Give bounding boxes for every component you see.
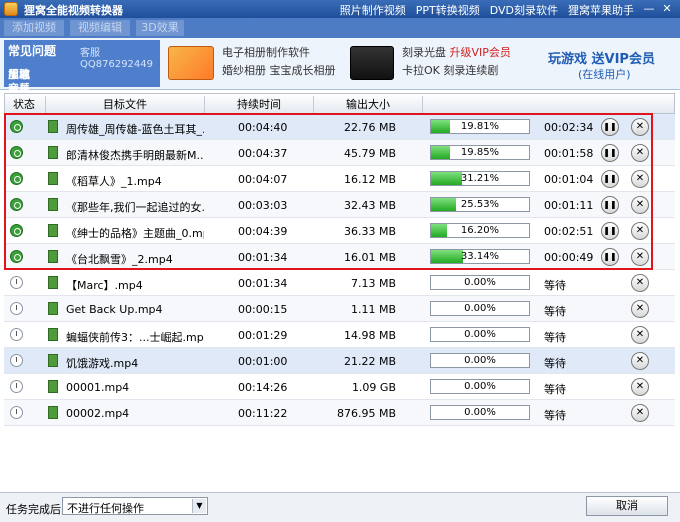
- remove-task-icon[interactable]: ✕: [631, 326, 649, 344]
- photo-album-ad-icon[interactable]: [168, 46, 214, 80]
- remove-task-icon[interactable]: ✕: [631, 404, 649, 422]
- file-name: 00002.mp4: [66, 407, 130, 420]
- duration-value: 00:00:15: [238, 303, 288, 316]
- waiting-clock-icon: [10, 406, 23, 419]
- link-ppt-video[interactable]: PPT转换视频: [416, 2, 480, 18]
- close-window-icon[interactable]: ✕: [660, 2, 674, 16]
- cancel-button[interactable]: 取消: [586, 496, 668, 516]
- duration-value: 00:14:26: [238, 381, 288, 394]
- link-dvd-burn[interactable]: DVD刻录软件: [490, 2, 558, 18]
- table-row[interactable]: 蝙蝠侠前传3：...士崛起.mp4 00:01:29 14.98 MB 0.00% 等待…: [4, 322, 675, 348]
- table-row[interactable]: 00001.mp4 00:14:26 1.09 GB 0.00% 等待 ✕: [4, 374, 675, 400]
- faq-panel: 常见问题 客服QQ876292449 压缩 截取 尺寸 加速 手机 字幕 音乐 合并: [4, 40, 160, 95]
- video-file-icon: [48, 406, 58, 419]
- file-name: 饥饿游戏.mp4: [66, 357, 139, 370]
- video-edit-button[interactable]: 视频编辑: [70, 20, 130, 36]
- output-size-value: 1.11 MB: [350, 303, 396, 316]
- table-row[interactable]: 【Marc】.mp4 00:01:34 7.13 MB 0.00% 等待 ✕: [4, 270, 675, 296]
- selection-highlight: [4, 113, 653, 270]
- remaining-time: 等待: [544, 331, 566, 344]
- album-ad-line2[interactable]: 婚纱相册 宝宝成长相册: [222, 62, 336, 78]
- game-vip-ad[interactable]: 玩游戏 送VIP会员: [548, 48, 655, 67]
- video-file-icon: [48, 354, 58, 367]
- list-header: 状态 目标文件 持续时间 输出大小: [4, 93, 675, 116]
- chevron-down-icon[interactable]: ▼: [192, 499, 206, 513]
- duration-value: 00:01:34: [238, 277, 288, 290]
- app-logo-icon: [4, 2, 18, 16]
- progress-bar: 0.00%: [430, 405, 530, 420]
- 3d-effect-button[interactable]: 3D效果: [136, 20, 184, 36]
- output-size-value: 14.98 MB: [343, 329, 396, 342]
- remaining-time: 等待: [544, 357, 566, 370]
- duration-value: 00:01:29: [238, 329, 288, 342]
- link-apple-helper[interactable]: 狸窝苹果助手: [568, 2, 634, 18]
- col-output-size[interactable]: 输出大小: [314, 96, 422, 112]
- waiting-clock-icon: [10, 380, 23, 393]
- progress-bar: 0.00%: [430, 327, 530, 342]
- output-size-value: 21.22 MB: [343, 355, 396, 368]
- progress-percent: 0.00%: [464, 355, 496, 366]
- title-bar: 狸窝全能视频转换器 照片制作视频 PPT转换视频 DVD刻录软件 狸窝苹果助手 …: [0, 0, 680, 18]
- progress-percent: 0.00%: [464, 303, 496, 314]
- remove-task-icon[interactable]: ✕: [631, 352, 649, 370]
- remove-task-icon[interactable]: ✕: [631, 300, 649, 318]
- toolbar: 添加视频 视频编辑 3D效果: [0, 18, 680, 38]
- progress-bar: 0.00%: [430, 353, 530, 368]
- video-file-icon: [48, 328, 58, 341]
- progress-percent: 0.00%: [464, 407, 496, 418]
- burn-ad-line1[interactable]: 刻录光盘 升级VIP会员: [402, 44, 511, 60]
- after-complete-select[interactable]: 不进行任何操作 ▼: [62, 497, 208, 515]
- video-file-icon: [48, 380, 58, 393]
- remove-task-icon[interactable]: ✕: [631, 378, 649, 396]
- col-status[interactable]: 状态: [5, 96, 43, 112]
- progress-percent: 0.00%: [464, 329, 496, 340]
- progress-bar: 0.00%: [430, 275, 530, 290]
- table-row[interactable]: 饥饿游戏.mp4 00:01:00 21.22 MB 0.00% 等待 ✕: [4, 348, 675, 374]
- minimize-icon[interactable]: —: [642, 2, 656, 16]
- duration-value: 00:11:22: [238, 407, 288, 420]
- after-complete-label: 任务完成后:: [6, 503, 65, 516]
- output-size-value: 876.95 MB: [336, 407, 396, 420]
- after-complete-value: 不进行任何操作: [67, 502, 144, 515]
- progress-percent: 0.00%: [464, 277, 496, 288]
- file-name: 蝙蝠侠前传3：...士崛起.mp4: [66, 331, 204, 344]
- faq-heading[interactable]: 常见问题: [8, 42, 56, 59]
- output-size-value: 1.09 GB: [351, 381, 396, 394]
- footer-bar: 任务完成后: 不进行任何操作 ▼ 取消: [0, 492, 680, 522]
- progress-percent: 0.00%: [464, 381, 496, 392]
- file-name: 00001.mp4: [66, 381, 130, 394]
- app-title: 狸窝全能视频转换器: [24, 4, 123, 17]
- remaining-time: 等待: [544, 383, 566, 396]
- waiting-clock-icon: [10, 328, 23, 341]
- output-size-value: 7.13 MB: [350, 277, 396, 290]
- remaining-time: 等待: [544, 409, 566, 422]
- add-video-button[interactable]: 添加视频: [4, 20, 64, 36]
- waiting-clock-icon: [10, 354, 23, 367]
- progress-bar: 0.00%: [430, 379, 530, 394]
- waiting-clock-icon: [10, 276, 23, 289]
- album-ad-line1[interactable]: 电子相册制作软件: [222, 44, 310, 60]
- game-vip-ad-note: (在线用户): [578, 68, 631, 81]
- video-file-icon: [48, 276, 58, 289]
- waiting-clock-icon: [10, 302, 23, 315]
- remaining-time: 等待: [544, 279, 566, 292]
- table-row[interactable]: Get Back Up.mp4 00:00:15 1.11 MB 0.00% 等待 ✕: [4, 296, 675, 322]
- file-name: 【Marc】.mp4: [66, 279, 143, 292]
- file-name: Get Back Up.mp4: [66, 303, 163, 316]
- title-links: 照片制作视频 PPT转换视频 DVD刻录软件 狸窝苹果助手: [340, 2, 634, 18]
- progress-bar: 0.00%: [430, 301, 530, 316]
- video-file-icon: [48, 302, 58, 315]
- burn-disc-ad-icon[interactable]: [350, 46, 394, 80]
- burn-ad-line2[interactable]: 卡拉OK 刻录连续剧: [402, 62, 498, 78]
- col-target-file[interactable]: 目标文件: [46, 96, 204, 112]
- duration-value: 00:01:00: [238, 355, 288, 368]
- link-photo-video[interactable]: 照片制作视频: [340, 2, 406, 18]
- table-row[interactable]: 00002.mp4 00:11:22 876.95 MB 0.00% 等待 ✕: [4, 400, 675, 426]
- col-duration[interactable]: 持续时间: [205, 96, 313, 112]
- support-qq: 客服QQ876292449: [80, 48, 154, 70]
- remaining-time: 等待: [544, 305, 566, 318]
- remove-task-icon[interactable]: ✕: [631, 274, 649, 292]
